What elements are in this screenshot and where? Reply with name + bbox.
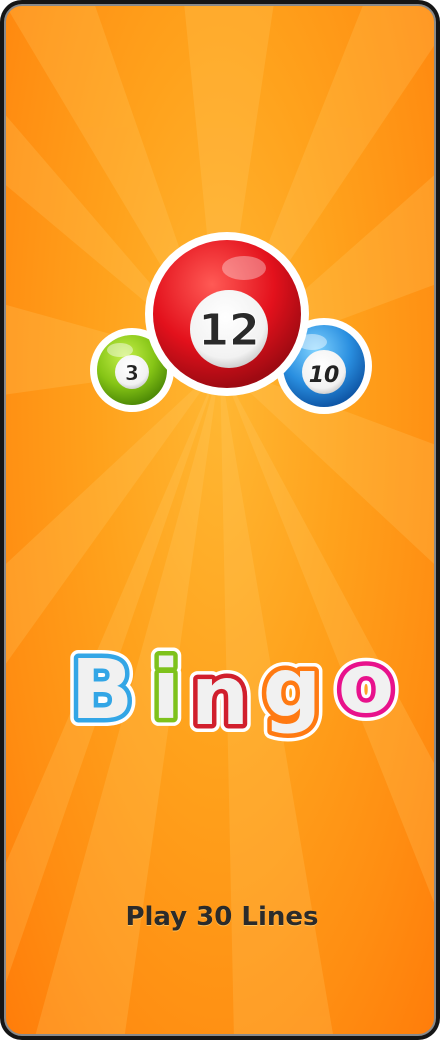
bingo-letter-b-fill: B xyxy=(71,643,134,738)
bingo-game-card[interactable]: 3 10 12 B i n g o B i n g o B i n g o Pl… xyxy=(4,4,436,1036)
play-lines-label[interactable]: Play 30 Lines xyxy=(6,902,434,932)
bingo-letter-i-fill: i xyxy=(152,643,180,738)
bingo-letter-o-fill: o xyxy=(338,637,394,732)
game-card-frame[interactable]: 3 10 12 B i n g o B i n g o B i n g o Pl… xyxy=(0,0,440,1040)
red-bingo-ball: 12 xyxy=(145,232,309,396)
red-ball-number: 12 xyxy=(198,305,259,356)
bingo-balls-group: 3 10 12 xyxy=(90,232,372,414)
bingo-logo: B i n g o B i n g o B i n g o xyxy=(63,629,402,752)
bingo-letter-g-fill: g xyxy=(263,641,322,736)
blue-ball-number: 10 xyxy=(309,363,340,388)
bingo-letter-n-fill: n xyxy=(191,649,249,744)
green-ball-number: 3 xyxy=(125,361,139,385)
